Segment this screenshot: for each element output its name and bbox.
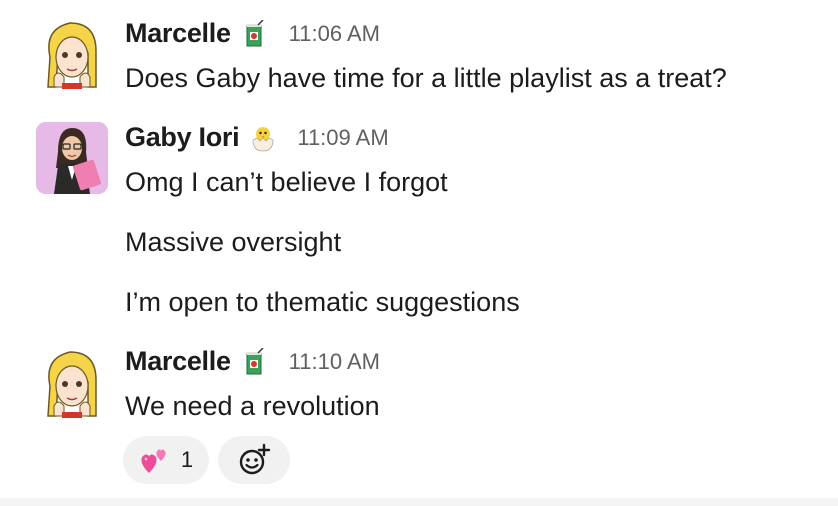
juice-box-icon[interactable] [241,19,269,48]
sender-name[interactable]: Marcelle [125,18,231,49]
sender-name[interactable]: Gaby Iori [125,122,240,153]
marcelle-avatar[interactable] [36,17,108,89]
message-meta: Marcelle 11:06 AM [125,18,380,49]
timestamp[interactable]: 11:09 AM [297,125,388,151]
reaction-two-hearts[interactable]: 1 [123,436,209,484]
message-meta: Gaby Iori 11:09 AM [125,122,389,153]
message-text: Does Gaby have time for a little playlis… [125,63,727,93]
juice-box-icon[interactable] [241,347,269,376]
sender-name[interactable]: Marcelle [125,346,231,377]
add-reaction-button[interactable] [218,436,290,484]
message-meta: Marcelle 11:10 AM [125,346,380,377]
composer-divider [0,498,838,506]
message-text: I’m open to thematic suggestions [125,287,520,317]
two-hearts-icon [139,445,169,475]
message-text: Massive oversight [125,227,342,257]
hatching-chick-icon[interactable] [249,124,277,152]
reaction-count: 1 [180,447,194,472]
timestamp[interactable]: 11:10 AM [289,349,380,375]
message-text: We need a revolution [125,391,380,421]
message-text: Omg I can’t believe I forgot [125,167,448,197]
gaby-avatar[interactable] [36,122,108,194]
timestamp[interactable]: 11:06 AM [289,21,380,47]
marcelle-avatar[interactable] [36,346,108,418]
add-reaction-icon [237,443,271,477]
